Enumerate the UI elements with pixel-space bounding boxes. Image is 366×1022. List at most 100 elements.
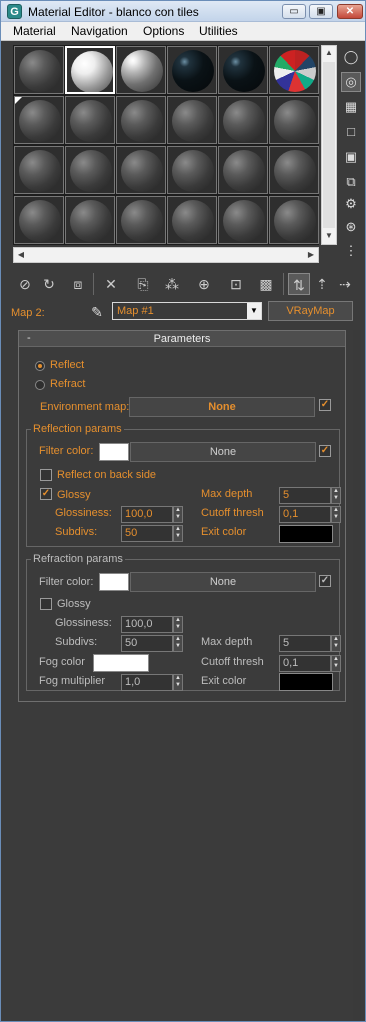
sample-slot[interactable]	[167, 146, 217, 194]
menu-navigation[interactable]: Navigation	[71, 24, 128, 38]
sample-type-icon[interactable]: ◯	[341, 47, 361, 67]
sample-slot[interactable]	[14, 96, 64, 144]
filter-map-checkbox[interactable]: ✓	[319, 445, 331, 457]
make-preview-icon[interactable]: ⧉	[341, 172, 361, 192]
subdivs-spinner[interactable]: ▲ ▼	[173, 525, 183, 542]
glossiness-input[interactable]: 100,0	[121, 506, 173, 523]
max-depth-spinner[interactable]: ▲ ▼	[331, 635, 341, 652]
scroll-down-icon[interactable]: ▼	[322, 229, 336, 243]
chevron-down-icon[interactable]: ▼	[247, 303, 261, 319]
sample-slot[interactable]	[269, 196, 319, 244]
material-id-channel-icon[interactable]: ⊡	[225, 273, 247, 295]
max-depth-input[interactable]: 5	[279, 487, 331, 504]
assign-to-selection-icon[interactable]: ⧈	[67, 273, 89, 295]
background-checker-icon[interactable]: ▦	[341, 97, 361, 117]
sample-slot[interactable]	[116, 196, 166, 244]
sample-slot[interactable]	[218, 196, 268, 244]
sample-slot[interactable]	[14, 196, 64, 244]
sample-slot[interactable]	[167, 96, 217, 144]
cutoff-thresh-spinner[interactable]: ▲ ▼	[331, 655, 341, 672]
sample-slot[interactable]	[65, 46, 115, 94]
sample-slot[interactable]	[116, 146, 166, 194]
pick-material-eyedropper-icon[interactable]: ✎	[87, 302, 107, 322]
scroll-up-icon[interactable]: ▲	[322, 46, 336, 60]
put-to-scene-icon[interactable]: ↻	[38, 273, 60, 295]
sample-slot[interactable]	[116, 96, 166, 144]
glossiness-spinner[interactable]: ▲ ▼	[173, 616, 183, 633]
environment-map-checkbox[interactable]: ✓	[319, 399, 331, 411]
filter-color-swatch[interactable]	[99, 573, 129, 591]
panel-scrollbar[interactable]	[353, 330, 361, 1020]
subdivs-input[interactable]: 50	[121, 635, 173, 652]
cutoff-thresh-input[interactable]: 0,1	[279, 655, 331, 672]
fog-color-swatch[interactable]	[93, 654, 149, 672]
sample-slot[interactable]	[65, 146, 115, 194]
cutoff-thresh-input[interactable]: 0,1	[279, 506, 331, 523]
environment-map-button[interactable]: None	[129, 397, 315, 417]
slots-vertical-scrollbar[interactable]: ▲ ▼	[321, 45, 337, 245]
map-name-field[interactable]: Map #1 ▼	[112, 302, 262, 320]
cutoff-thresh-spinner[interactable]: ▲ ▼	[331, 506, 341, 523]
sample-slot[interactable]	[218, 146, 268, 194]
backlight-icon[interactable]: ◎	[341, 72, 361, 92]
restore-button[interactable]: ▣	[309, 4, 333, 19]
glossiness-spinner[interactable]: ▲ ▼	[173, 506, 183, 523]
sample-slot[interactable]	[65, 96, 115, 144]
max-depth-spinner[interactable]: ▲ ▼	[331, 487, 341, 504]
glossy-label: Glossy	[57, 489, 91, 501]
filter-color-swatch[interactable]	[99, 443, 129, 461]
exit-color-swatch[interactable]	[279, 673, 333, 691]
glossy-checkbox[interactable]	[40, 598, 52, 610]
sample-slot[interactable]	[14, 146, 64, 194]
rollout-header[interactable]: - Parameters	[19, 331, 345, 347]
reflect-back-checkbox[interactable]	[40, 469, 52, 481]
subdivs-spinner[interactable]: ▲ ▼	[173, 635, 183, 652]
fog-multiplier-input[interactable]: 1,0	[121, 674, 173, 691]
sample-slot[interactable]	[269, 146, 319, 194]
video-color-check-icon[interactable]: ▣	[341, 147, 361, 167]
material-map-navigator-icon[interactable]: ⋮	[341, 241, 361, 261]
max-depth-input[interactable]: 5	[279, 635, 331, 652]
go-to-parent-icon[interactable]: ⇡	[311, 273, 333, 295]
slots-horizontal-scrollbar[interactable]: ◀ ▶	[13, 247, 319, 263]
filter-map-button[interactable]: None	[130, 572, 316, 592]
sample-slot[interactable]	[218, 46, 268, 94]
show-end-result-icon[interactable]: ⇅	[288, 273, 310, 295]
sample-slot[interactable]	[218, 96, 268, 144]
sample-slot[interactable]	[269, 96, 319, 144]
sample-slot[interactable]	[167, 196, 217, 244]
sample-slot[interactable]	[269, 46, 319, 94]
filter-map-checkbox[interactable]: ✓	[319, 575, 331, 587]
glossiness-input[interactable]: 100,0	[121, 616, 173, 633]
scroll-left-icon[interactable]: ◀	[14, 248, 28, 262]
sample-slot[interactable]	[65, 196, 115, 244]
close-button[interactable]: ✕	[337, 4, 363, 19]
scroll-right-icon[interactable]: ▶	[304, 248, 318, 262]
select-by-material-icon[interactable]: ⊛	[341, 217, 361, 237]
put-to-library-icon[interactable]: ⊕	[193, 273, 215, 295]
exit-color-swatch[interactable]	[279, 525, 333, 543]
reset-map-icon[interactable]: ✕	[100, 273, 122, 295]
show-map-in-viewport-icon[interactable]: ▩	[255, 273, 277, 295]
get-material-icon[interactable]: ⊘	[14, 273, 36, 295]
refract-radio[interactable]	[35, 380, 45, 390]
sample-slot[interactable]	[116, 46, 166, 94]
sample-slot[interactable]	[14, 46, 64, 94]
sample-uv-tiling-icon[interactable]: □	[341, 122, 361, 142]
options-icon[interactable]: ⚙	[341, 194, 361, 214]
filter-map-button[interactable]: None	[130, 442, 316, 462]
minimize-button[interactable]: ▭	[282, 4, 306, 19]
make-unique-icon[interactable]: ⁂	[161, 273, 183, 295]
go-forward-sibling-icon[interactable]: ⇢	[334, 273, 356, 295]
subdivs-input[interactable]: 50	[121, 525, 173, 542]
menu-utilities[interactable]: Utilities	[199, 24, 238, 38]
make-copy-icon[interactable]: ⎘	[132, 273, 154, 295]
glossy-checkbox[interactable]: ✓	[40, 488, 52, 500]
reflect-radio[interactable]	[35, 361, 45, 371]
menu-material[interactable]: Material	[13, 24, 56, 38]
map-type-button[interactable]: VRayMap	[268, 301, 353, 321]
sample-slot[interactable]	[167, 46, 217, 94]
fog-multiplier-spinner[interactable]: ▲ ▼	[173, 674, 183, 691]
menu-options[interactable]: Options	[143, 24, 184, 38]
scrollbar-thumb[interactable]	[323, 62, 335, 228]
